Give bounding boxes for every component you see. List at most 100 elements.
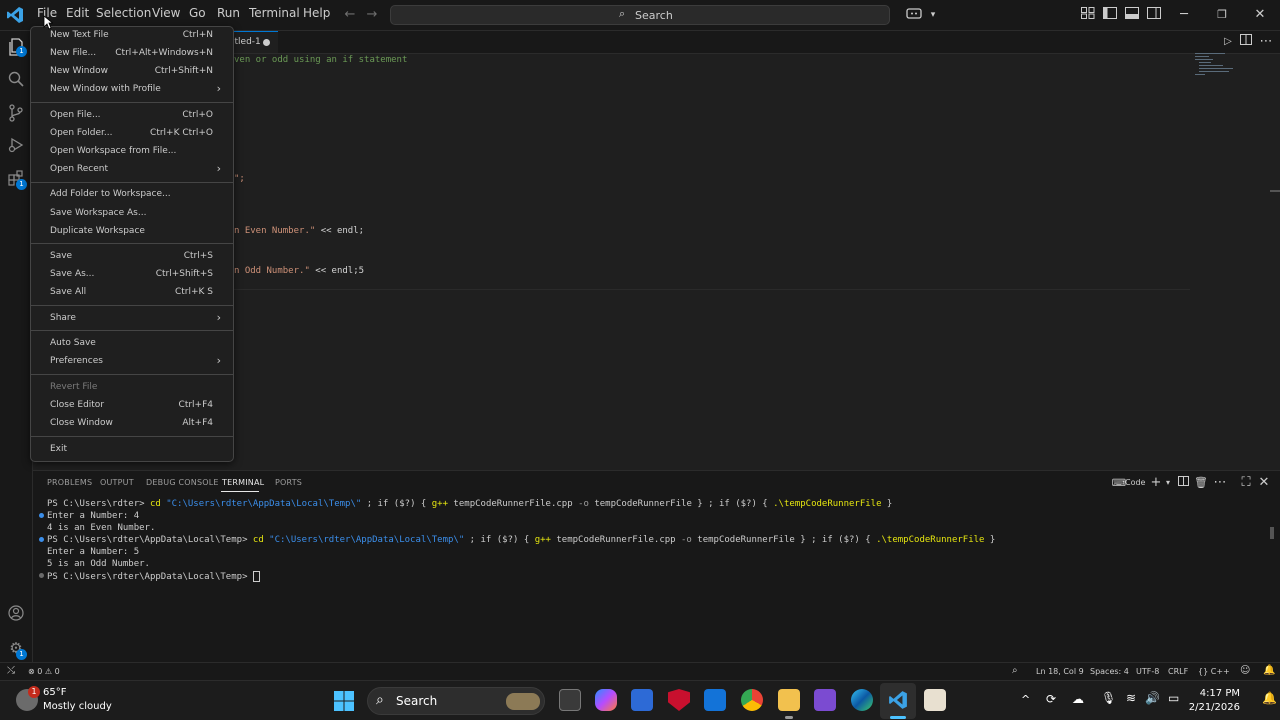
microsoft-store-icon[interactable] xyxy=(631,689,653,711)
menu-item-open-file[interactable]: Open File... Ctrl+O xyxy=(50,108,230,124)
file-explorer-icon[interactable] xyxy=(778,689,800,711)
mcafee-icon[interactable] xyxy=(668,689,690,711)
menu-item-save-as[interactable]: Save As... Ctrl+Shift+S xyxy=(50,267,230,283)
menu-item-share[interactable]: Share › xyxy=(50,311,230,327)
tab-terminal[interactable]: TERMINAL xyxy=(222,478,264,487)
terminal-scrollbar[interactable] xyxy=(1270,527,1274,539)
task-view-icon[interactable] xyxy=(559,689,581,711)
cursor-position[interactable]: Ln 18, Col 9 xyxy=(1036,667,1084,676)
battery-icon[interactable]: ▭ xyxy=(1168,691,1179,705)
menu-view[interactable]: View xyxy=(152,6,180,20)
menu-item-new-text-file[interactable]: New Text File Ctrl+N xyxy=(50,28,230,44)
tab-ports[interactable]: PORTS xyxy=(275,478,302,487)
zoom-icon[interactable]: ⌕ xyxy=(1012,665,1018,676)
split-terminal-icon[interactable] xyxy=(1175,475,1191,491)
edge-icon[interactable] xyxy=(851,689,873,711)
menu-edit[interactable]: Edit xyxy=(66,6,89,20)
menu-item-auto-save[interactable]: Auto Save xyxy=(50,336,230,352)
encoding[interactable]: UTF-8 xyxy=(1136,667,1159,676)
cloud-icon[interactable]: ☁ xyxy=(1072,692,1084,706)
menu-run[interactable]: Run xyxy=(217,6,240,20)
account-icon[interactable] xyxy=(7,605,25,623)
toggle-panel-icon[interactable] xyxy=(1124,7,1140,23)
split-editor-icon[interactable] xyxy=(1238,34,1254,50)
forward-arrow-icon[interactable]: → xyxy=(364,7,380,23)
chevron-down-icon[interactable]: ▾ xyxy=(925,7,941,23)
menu-item-preferences[interactable]: Preferences › xyxy=(50,354,230,370)
more-actions-icon[interactable]: ⋯ xyxy=(1212,475,1228,491)
app-icon[interactable] xyxy=(924,689,946,711)
microphone-icon[interactable]: 🎙 xyxy=(1101,691,1116,705)
terminal-profile-label[interactable]: Code xyxy=(1125,478,1145,487)
end-of-line[interactable]: CRLF xyxy=(1168,667,1188,676)
back-arrow-icon[interactable]: ← xyxy=(342,7,358,23)
windows-start-icon[interactable] xyxy=(334,691,354,711)
menu-terminal[interactable]: Terminal xyxy=(249,6,300,20)
chevron-up-icon[interactable]: ^ xyxy=(1021,693,1030,706)
command-center-search[interactable]: ⌕ Search xyxy=(390,5,890,25)
menu-item-save[interactable]: Save Ctrl+S xyxy=(50,249,230,265)
toggle-sidebar-icon[interactable] xyxy=(1102,7,1118,23)
outlook-icon[interactable] xyxy=(704,689,726,711)
run-debug-icon[interactable] xyxy=(7,137,25,155)
weather-temp[interactable]: 65°F xyxy=(43,687,66,698)
maximize-icon[interactable]: ❐ xyxy=(1214,7,1230,23)
close-icon[interactable]: ✕ xyxy=(1252,7,1268,23)
trash-icon[interactable]: 🗑 xyxy=(1193,475,1209,491)
copilot-icon[interactable] xyxy=(903,7,925,23)
volume-icon[interactable]: 🔊 xyxy=(1145,691,1160,705)
menu-item-save-workspace-as[interactable]: Save Workspace As... xyxy=(50,206,230,222)
visual-studio-icon[interactable] xyxy=(814,689,836,711)
run-code-icon[interactable]: ▷ xyxy=(1220,34,1236,50)
customize-layout-icon[interactable] xyxy=(1080,7,1096,23)
remote-icon[interactable]: ⤯ xyxy=(7,665,15,676)
menu-selection[interactable]: Selection xyxy=(96,6,151,20)
taskbar-search[interactable]: ⌕ Search xyxy=(367,687,545,715)
menu-item-open-folder[interactable]: Open Folder... Ctrl+K Ctrl+O xyxy=(50,126,230,142)
tab-debug-console[interactable]: DEBUG CONSOLE xyxy=(146,478,219,487)
menu-item-open-recent[interactable]: Open Recent › xyxy=(50,162,230,178)
menu-item-new-file[interactable]: New File... Ctrl+Alt+Windows+N xyxy=(50,46,230,62)
tab-problems[interactable]: PROBLEMS xyxy=(47,478,92,487)
menu-item-save-all[interactable]: Save All Ctrl+K S xyxy=(50,285,230,301)
close-panel-icon[interactable]: ✕ xyxy=(1256,475,1272,491)
problems-status[interactable]: ⊗ 0 ⚠ 0 xyxy=(28,667,60,676)
clock-date[interactable]: 2/21/2026 xyxy=(1189,702,1240,713)
weather-desc[interactable]: Mostly cloudy xyxy=(43,701,112,712)
menu-item-new-window-profile[interactable]: New Window with Profile › xyxy=(50,82,230,98)
bell-icon[interactable]: 🔔 xyxy=(1263,665,1275,676)
sync-icon[interactable]: ⟳ xyxy=(1046,692,1056,706)
copilot-status-icon[interactable]: ☺ xyxy=(1240,665,1250,676)
toggle-secondary-sidebar-icon[interactable] xyxy=(1146,7,1162,23)
clock-time[interactable]: 4:17 PM xyxy=(1200,688,1240,699)
menu-item-duplicate-workspace[interactable]: Duplicate Workspace xyxy=(50,224,230,240)
menu-item-open-workspace[interactable]: Open Workspace from File... xyxy=(50,144,230,160)
tab-output[interactable]: OUTPUT xyxy=(100,478,134,487)
menu-item-new-window[interactable]: New Window Ctrl+Shift+N xyxy=(50,64,230,80)
menu-item-add-folder[interactable]: Add Folder to Workspace... xyxy=(50,187,230,203)
command-success-dot[interactable] xyxy=(39,537,44,542)
chevron-down-icon[interactable]: ▾ xyxy=(1160,475,1176,491)
menu-go[interactable]: Go xyxy=(189,6,206,20)
vscode-taskbar-icon[interactable] xyxy=(888,690,908,710)
menu-item-exit[interactable]: Exit xyxy=(50,442,230,458)
language-mode[interactable]: {} C++ xyxy=(1198,667,1230,676)
minimize-icon[interactable]: ─ xyxy=(1176,7,1192,23)
more-actions-icon[interactable]: ⋯ xyxy=(1258,34,1274,50)
menu-item-close-window[interactable]: Close Window Alt+F4 xyxy=(50,416,230,432)
indentation[interactable]: Spaces: 4 xyxy=(1090,667,1129,676)
terminal-prompt[interactable]: PS C:\Users\rdter\AppData\Local\Temp> xyxy=(47,571,260,582)
source-control-icon[interactable] xyxy=(7,104,25,122)
menu-item-close-editor[interactable]: Close Editor Ctrl+F4 xyxy=(50,398,230,414)
minimap[interactable] xyxy=(1195,52,1235,78)
notification-bell-icon[interactable]: 🔔 xyxy=(1262,691,1277,705)
search-icon[interactable] xyxy=(7,71,25,89)
maximize-panel-icon[interactable]: ⛶ xyxy=(1238,475,1254,491)
command-success-dot[interactable] xyxy=(39,513,44,518)
wifi-icon[interactable]: ≋ xyxy=(1126,691,1136,705)
menu-help[interactable]: Help xyxy=(303,6,330,20)
copilot-app-icon[interactable] xyxy=(595,689,617,711)
chrome-icon[interactable] xyxy=(741,689,763,711)
vscode-logo-icon[interactable] xyxy=(6,6,24,24)
unsaved-dot-icon[interactable] xyxy=(263,39,270,46)
